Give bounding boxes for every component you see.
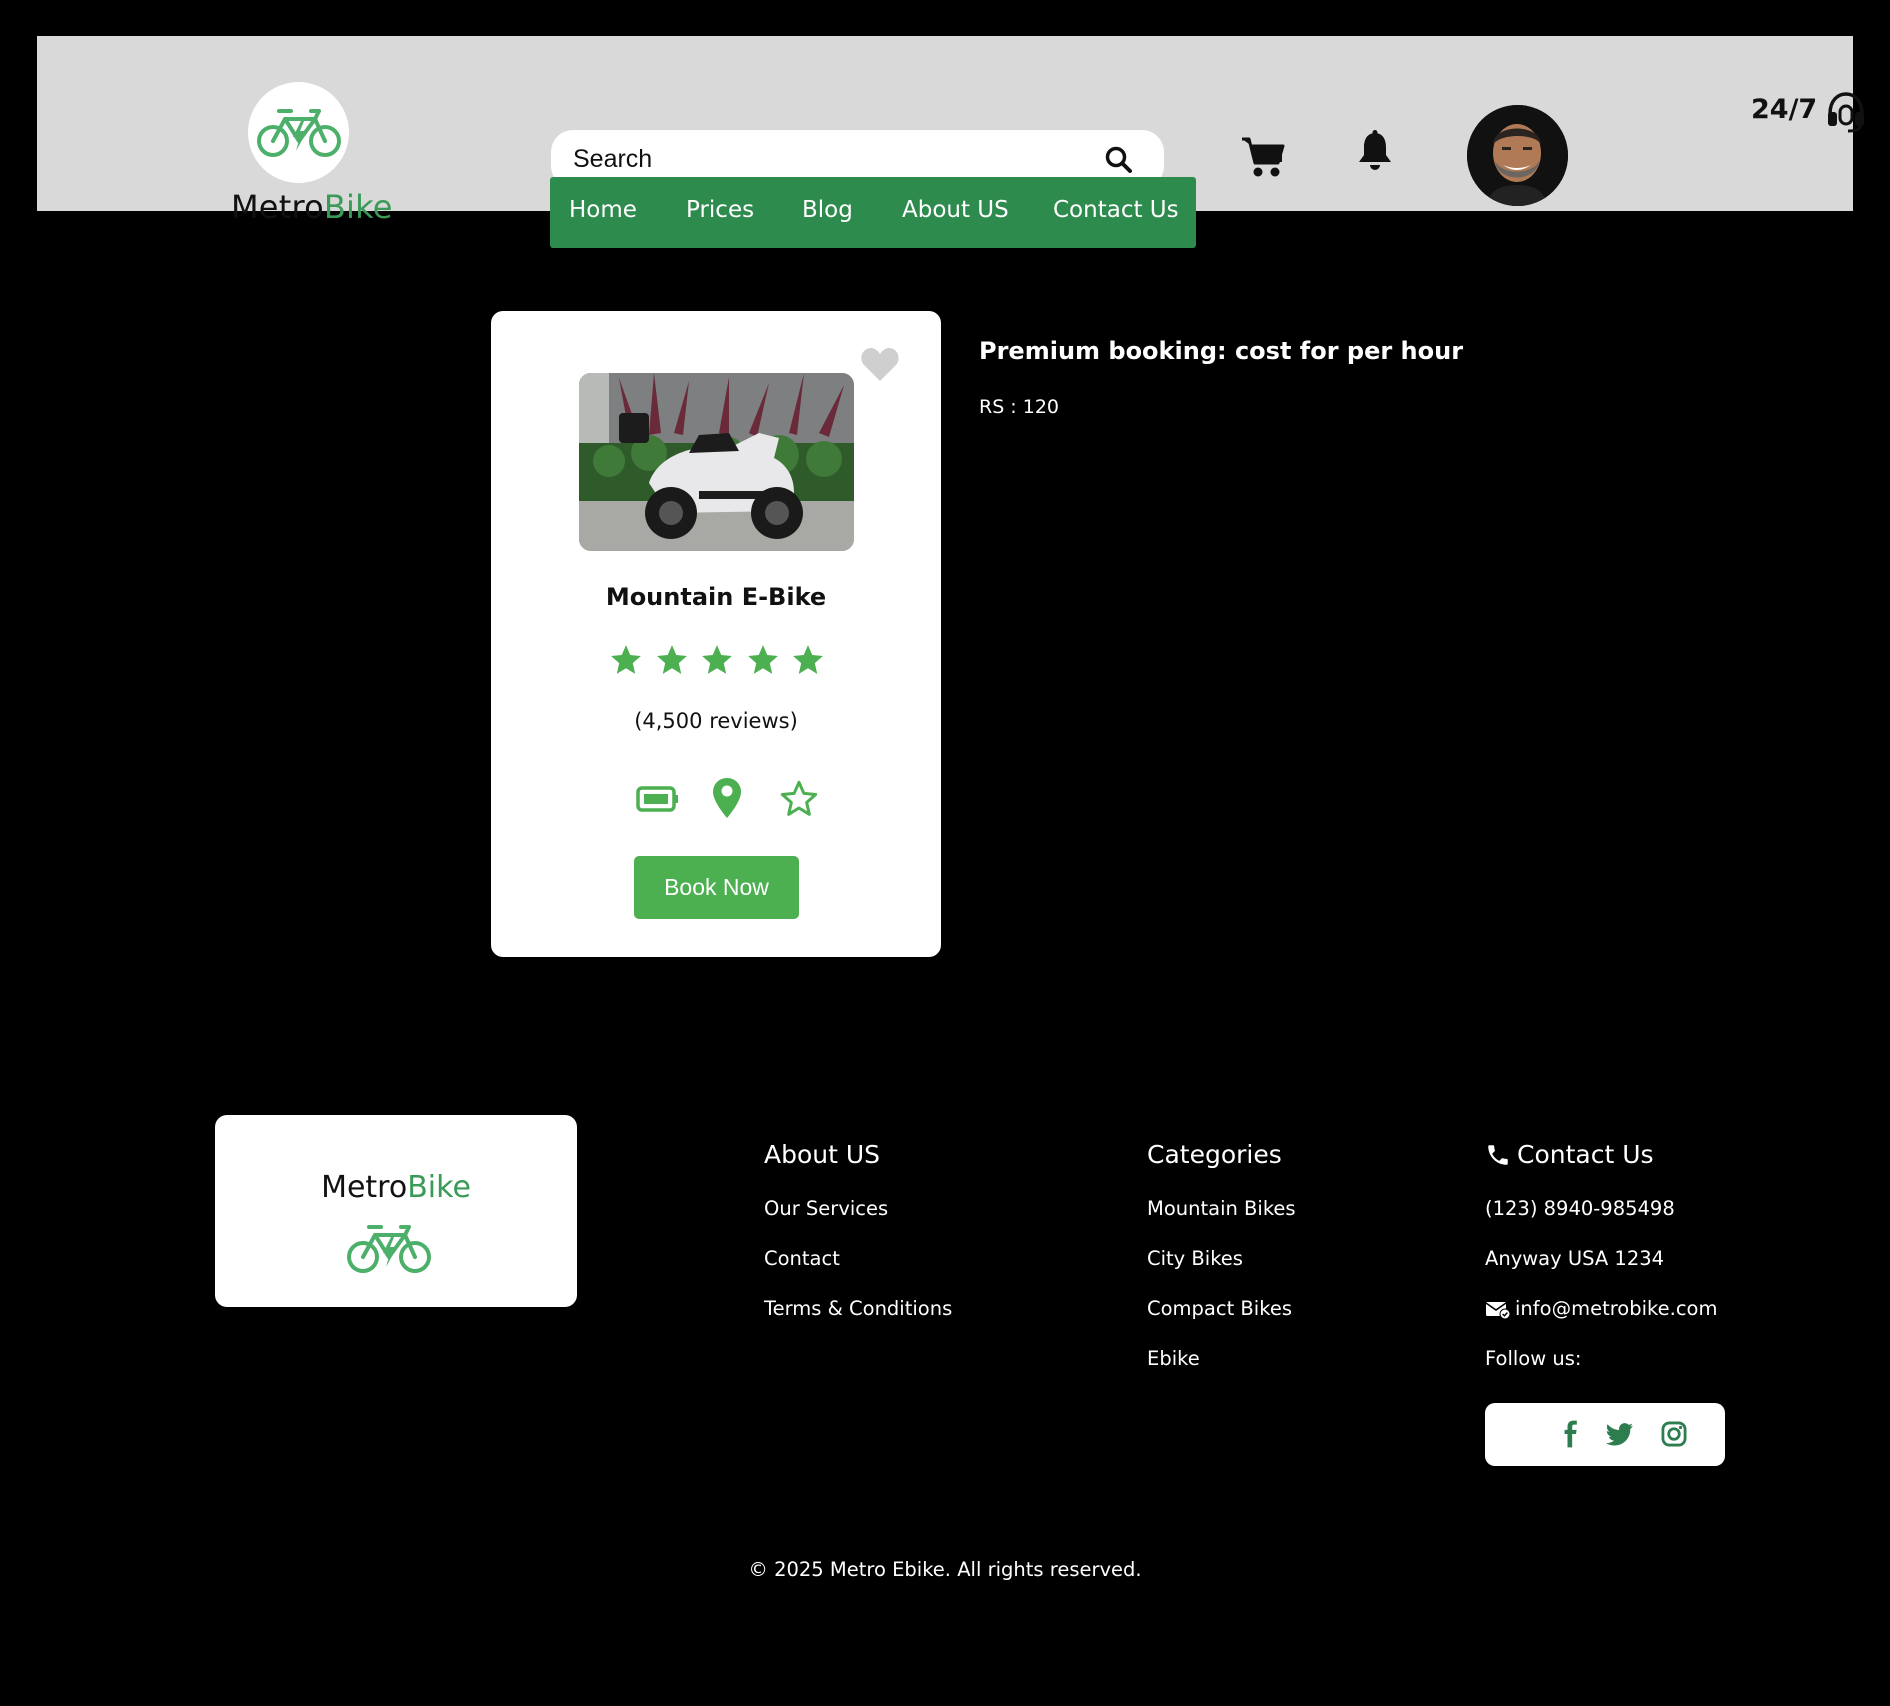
facebook-icon[interactable] xyxy=(1557,1420,1585,1448)
star-outline-icon[interactable] xyxy=(778,779,820,819)
product-name: Mountain E-Bike xyxy=(605,583,827,611)
star-filled-icon xyxy=(793,645,823,674)
brand-name-part2: Bike xyxy=(323,188,393,226)
logo-text: MetroBike xyxy=(231,188,393,226)
footer-brand-part2: Bike xyxy=(407,1170,471,1205)
cart-icon[interactable] xyxy=(1240,135,1286,179)
search-input[interactable] xyxy=(573,140,1073,178)
social-links xyxy=(1485,1403,1725,1466)
headset-icon[interactable] xyxy=(1824,90,1868,134)
footer-link-mountain-bikes[interactable]: Mountain Bikes xyxy=(1147,1197,1296,1247)
avatar[interactable] xyxy=(1467,105,1568,206)
star-filled-icon xyxy=(747,645,778,674)
footer-contact: Contact Us (123) 8940-985498 Anyway USA … xyxy=(1485,1140,1717,1397)
rating-stars xyxy=(609,643,825,683)
footer-about-heading: About US xyxy=(764,1140,881,1169)
footer-link-contact[interactable]: Contact xyxy=(764,1247,952,1297)
search-icon[interactable] xyxy=(1104,145,1134,175)
star-filled-icon xyxy=(611,645,641,674)
avatar-image xyxy=(1467,105,1568,206)
footer-categories-heading: Categories xyxy=(1147,1140,1282,1169)
footer-contact-heading-row: Contact Us xyxy=(1485,1140,1717,1169)
twitter-icon[interactable] xyxy=(1606,1420,1634,1448)
footer-logo-text: MetroBike xyxy=(215,1170,577,1205)
main-nav: Home Prices Blog About US Contact Us xyxy=(550,177,1196,248)
nav-item-blog[interactable]: Blog xyxy=(802,197,853,223)
footer-categories: Categories Mountain Bikes City Bikes Com… xyxy=(1147,1140,1296,1397)
brand-name-part1: Metro xyxy=(231,188,324,226)
battery-icon xyxy=(636,786,678,812)
location-pin-icon xyxy=(713,778,741,818)
nav-item-home[interactable]: Home xyxy=(569,197,637,223)
footer-link-compact-bikes[interactable]: Compact Bikes xyxy=(1147,1297,1296,1347)
footer-link-ebike[interactable]: Ebike xyxy=(1147,1347,1296,1397)
support-label: 24/7 xyxy=(1751,94,1818,125)
nav-item-contact[interactable]: Contact Us xyxy=(1053,197,1179,223)
footer-brand-part1: Metro xyxy=(321,1170,408,1205)
feature-icons xyxy=(491,773,941,823)
bell-icon[interactable] xyxy=(1357,130,1393,172)
scooter-image xyxy=(579,373,854,551)
star-filled-icon xyxy=(656,645,687,674)
phone-icon xyxy=(1488,1144,1508,1165)
footer-link-city-bikes[interactable]: City Bikes xyxy=(1147,1247,1296,1297)
footer-link-terms[interactable]: Terms & Conditions xyxy=(764,1297,952,1347)
bike-icon xyxy=(256,108,341,157)
email-icon xyxy=(1485,1302,1511,1320)
page: MetroBike Search 24/7 Home Prices Blog A… xyxy=(0,0,1890,1706)
booking-price: RS : 120 xyxy=(979,396,1060,418)
footer-phone: (123) 8940-985498 xyxy=(1485,1197,1675,1220)
footer-about: About US Our Services Contact Terms & Co… xyxy=(764,1140,952,1347)
footer-address: Anyway USA 1234 xyxy=(1485,1247,1665,1270)
heart-icon[interactable] xyxy=(860,347,900,383)
instagram-icon[interactable] xyxy=(1660,1420,1688,1448)
product-image[interactable] xyxy=(579,373,854,551)
bike-icon xyxy=(347,1225,431,1273)
booking-title: Premium booking: cost for per hour xyxy=(979,337,1464,365)
star-filled-icon xyxy=(702,645,732,674)
nav-item-about[interactable]: About US xyxy=(902,197,1009,223)
footer-contact-heading: Contact Us xyxy=(1517,1140,1654,1169)
footer-follow-label: Follow us: xyxy=(1485,1347,1582,1370)
copyright: © 2025 Metro Ebike. All rights reserved. xyxy=(748,1558,1142,1581)
footer-logo[interactable]: MetroBike xyxy=(215,1115,577,1307)
footer-email: info@metrobike.com xyxy=(1515,1297,1718,1320)
nav-item-prices[interactable]: Prices xyxy=(686,197,754,223)
footer-link-services[interactable]: Our Services xyxy=(764,1197,952,1247)
footer-email-row[interactable]: info@metrobike.com xyxy=(1485,1297,1717,1347)
product-card: Mountain E-Bike (4,500 reviews) Book Now xyxy=(491,311,941,957)
logo[interactable] xyxy=(248,82,349,183)
book-now-button[interactable]: Book Now xyxy=(634,856,799,919)
review-count: (4,500 reviews) xyxy=(634,709,798,733)
